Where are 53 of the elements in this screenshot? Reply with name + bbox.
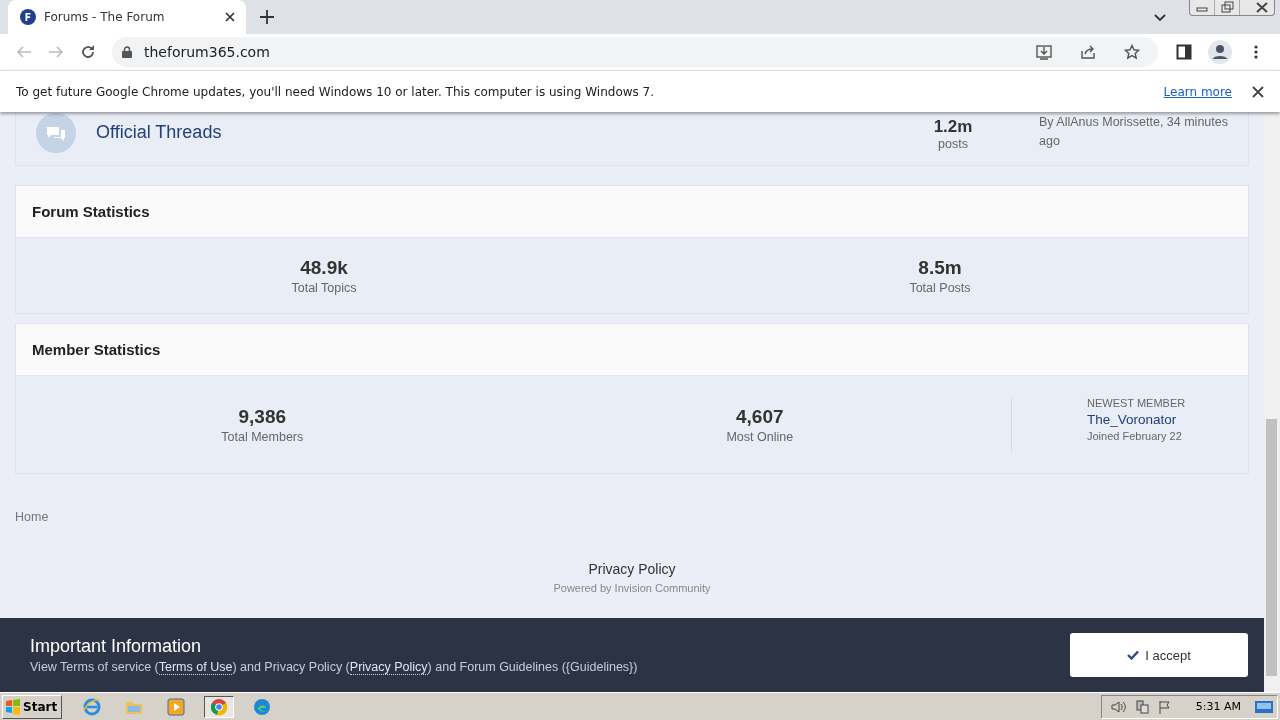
- post-count: 1.2m: [932, 117, 974, 137]
- notice-text: View Terms of service (Terms of Use) and Privacy Policy (Privacy Policy) and Forum Guidelines ({Guidelines}): [30, 660, 639, 674]
- stat-value: 8.5m: [917, 256, 963, 279]
- side-panel-icon[interactable]: [1176, 44, 1192, 60]
- scrollbar-thumb[interactable]: [1266, 419, 1277, 676]
- post-count-label: posts: [937, 137, 969, 151]
- notice-link[interactable]: Terms of Use: [158, 660, 233, 675]
- start-button[interactable]: Start: [2, 694, 63, 719]
- clock: 5:31 AM: [1195, 700, 1241, 713]
- member-name-link[interactable]: The_Voronator: [1087, 411, 1248, 427]
- show-desktop-icon[interactable]: [1255, 699, 1273, 714]
- learn-more-link[interactable]: Learn more: [1163, 84, 1232, 99]
- powered-by-text: Powered by Invision Community: [553, 582, 711, 594]
- windows-logo-icon: [5, 698, 21, 715]
- section-title: Forum Statistics: [16, 186, 1248, 238]
- stat-label: Total Members: [220, 429, 305, 444]
- notice-link[interactable]: Privacy Policy: [349, 660, 428, 675]
- address-bar[interactable]: theforum365.com: [112, 37, 1158, 67]
- tab-title: Forums - The Forum: [44, 10, 166, 24]
- stat-label: Total Posts: [908, 280, 972, 295]
- star-icon[interactable]: [1124, 44, 1140, 60]
- install-icon[interactable]: [1036, 44, 1052, 60]
- chrome-icon[interactable]: [210, 697, 229, 716]
- profile-icon[interactable]: [1208, 40, 1232, 64]
- stat-label: Most Online: [725, 429, 795, 444]
- share-icon[interactable]: [1080, 44, 1096, 60]
- stat-value: 4,607: [735, 405, 785, 428]
- site-logo-icon: [20, 9, 36, 25]
- accept-button[interactable]: I accept: [1070, 633, 1248, 677]
- breadcrumb-link[interactable]: Home: [15, 510, 49, 524]
- last-post-info: By AllAnus Morissette, 34 minutes ago: [1039, 114, 1229, 150]
- close-icon[interactable]: [1252, 85, 1264, 98]
- reload-icon[interactable]: [80, 44, 96, 60]
- privacy-policy-link[interactable]: Privacy Policy: [588, 561, 676, 577]
- media-player-icon[interactable]: [167, 697, 186, 716]
- network-icon[interactable]: [1133, 699, 1150, 714]
- section-title: Member Statistics: [16, 324, 1248, 376]
- newest-member-heading: NEWEST MEMBER: [1087, 396, 1187, 409]
- checkmark-icon: [1127, 650, 1140, 660]
- forum-title-link[interactable]: Official Threads: [96, 122, 913, 143]
- browser-e-icon[interactable]: [83, 697, 102, 716]
- new-tab-icon[interactable]: [259, 9, 275, 25]
- update-message: To get future Google Chrome updates, you'll need Windows 10 or later. This computer is using Windows 7.: [16, 84, 656, 99]
- scrollbar[interactable]: [1264, 112, 1280, 692]
- joined-date: Joined February 22: [1087, 429, 1183, 442]
- notice-title: Important Information: [30, 636, 203, 657]
- browser-tab[interactable]: Forums - The Forum: [8, 0, 246, 34]
- stat-value: 9,386: [237, 405, 288, 428]
- speaker-icon[interactable]: [1109, 699, 1126, 714]
- stat-label: Total Topics: [290, 280, 358, 295]
- stat-value: 48.9k: [299, 256, 349, 279]
- edge-icon[interactable]: [253, 697, 272, 716]
- lock-icon: [122, 46, 132, 58]
